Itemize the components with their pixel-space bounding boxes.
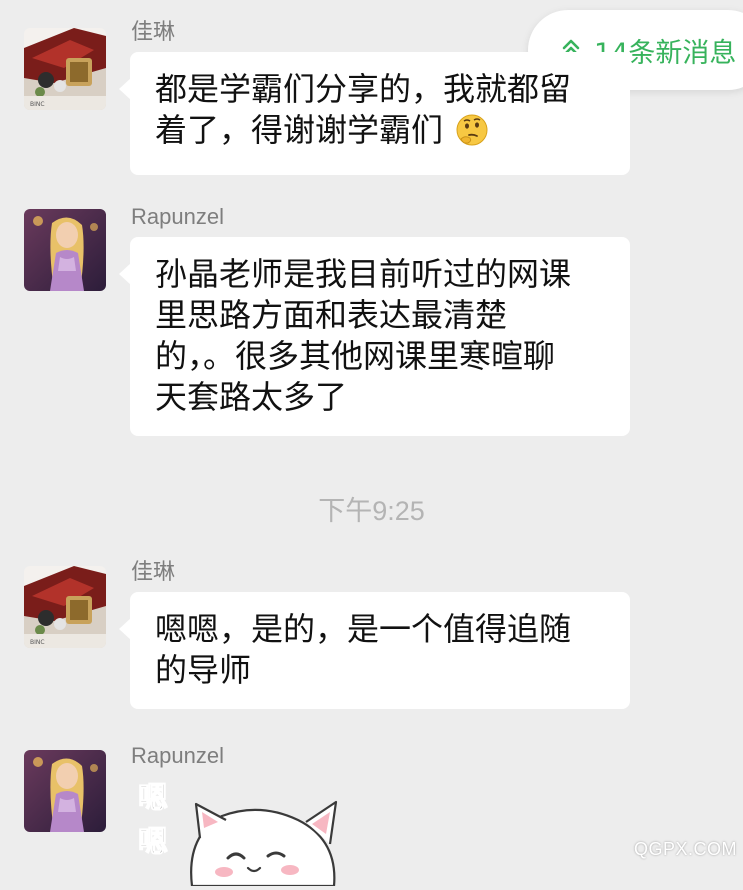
time-divider: 下午9:25 <box>318 496 425 526</box>
avatar-rapunzel[interactable] <box>24 209 106 291</box>
sender-name: Rapunzel <box>131 743 224 768</box>
avatar-jialin[interactable]: BINC <box>24 28 106 110</box>
message-bubble[interactable]: 孙晶老师是我目前听过的网课 里思路方面和表达最清楚 的，。很多其他网课里寒暄聊 … <box>119 237 630 436</box>
white-cat-sticker[interactable]: 嗯 嗯 <box>130 776 370 888</box>
avatar-jialin[interactable]: BINC <box>24 566 106 648</box>
message-bubble[interactable]: 嗯嗯，是的，是一个值得追随 的导师 <box>119 592 630 709</box>
sticker-text-2: 嗯 <box>138 825 168 860</box>
message-text: 孙晶老师是我目前听过的网课 里思路方面和表达最清楚 的，。很多其他网课里寒暄聊 … <box>155 255 572 416</box>
message-text: 嗯嗯，是的，是一个值得追随 的导师 <box>155 610 572 689</box>
sender-name: 佳琳 <box>131 559 176 584</box>
sticker-text-1: 嗯 <box>138 781 168 816</box>
svg-text:BINC: BINC <box>30 101 45 108</box>
message-text: 都是学霸们分享的，我就都留 着了，得谢谢学霸们 <box>155 70 572 149</box>
sender-name: Rapunzel <box>131 204 224 229</box>
svg-text:BINC: BINC <box>30 639 45 646</box>
thinking-face-icon <box>455 113 489 157</box>
watermark: QGPX.COM <box>633 839 737 859</box>
message-bubble[interactable]: 都是学霸们分享的，我就都留 着了，得谢谢学霸们 <box>119 52 630 175</box>
sender-name: 佳琳 <box>131 19 176 44</box>
avatar-rapunzel[interactable] <box>24 750 106 832</box>
